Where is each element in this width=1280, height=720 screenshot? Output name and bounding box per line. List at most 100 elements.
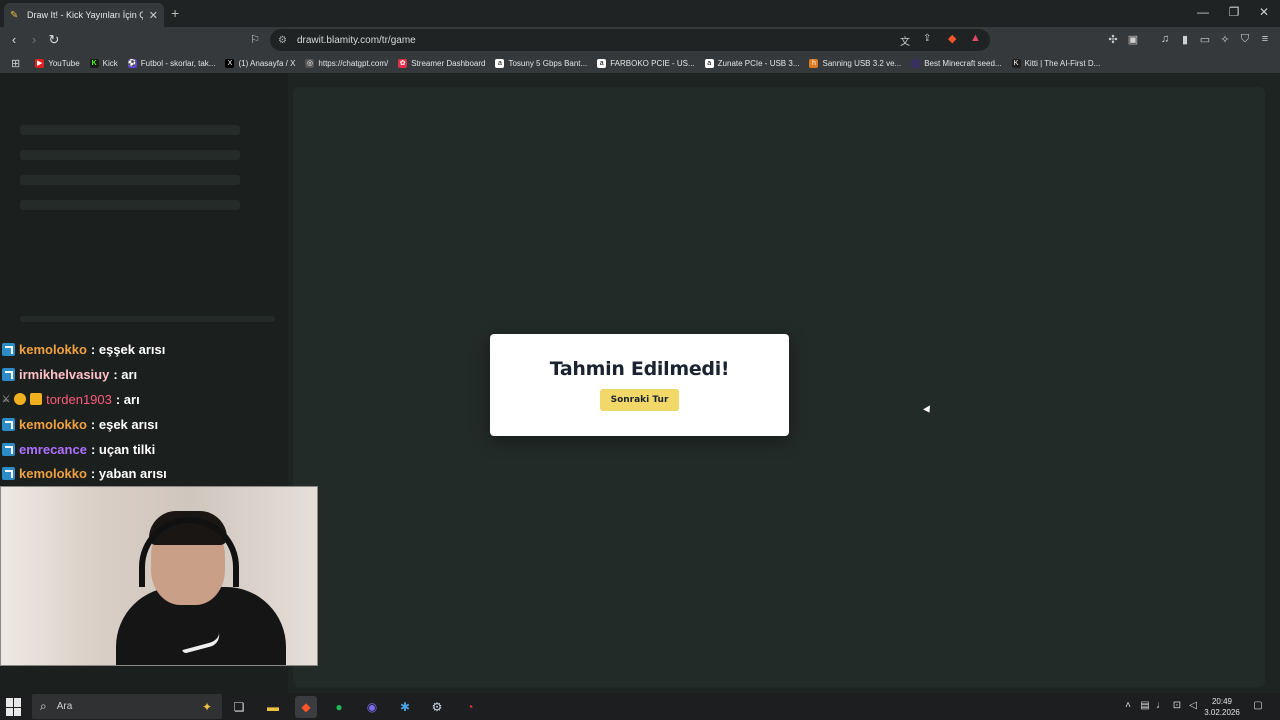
minimize-button[interactable]: — [1193, 5, 1213, 19]
spotify-icon[interactable]: ● [328, 696, 350, 718]
taskbar: ⌕ Ara ✦ ❏ ▬ ◆ ● ◉ ✱ ⚙ ◔ ˄ ▤ ♩ ⊡ ◁ 20:49 … [0, 693, 1280, 720]
scoreboard-row [20, 200, 240, 210]
chat-username: kemolokko [19, 465, 87, 481]
vpn-icon[interactable]: ⛉ [1238, 33, 1252, 46]
bookmark-item[interactable]: K Kitti | The AI-First D... [1007, 53, 1106, 73]
taskbar-clock[interactable]: 20:49 3.02.2026 [1200, 696, 1244, 718]
volume-icon[interactable]: ◁ [1187, 700, 1199, 711]
forward-icon[interactable]: › [26, 32, 42, 47]
next-round-button[interactable]: Sonraki Tur [599, 389, 680, 411]
copilot-sparkle-icon: ✦ [201, 699, 212, 714]
tray-chevron-icon[interactable]: ˄ [1122, 700, 1134, 711]
obs-icon[interactable]: ◔ [459, 696, 481, 718]
taskbar-search[interactable]: ⌕ Ara ✦ [32, 694, 222, 719]
chat-username: torden1903 [46, 391, 112, 407]
webcam-overlay [0, 486, 318, 666]
hb-icon: h [809, 58, 819, 68]
file-explorer-icon[interactable]: ▬ [262, 696, 284, 718]
screenshot-icon[interactable]: ▣ [1126, 33, 1140, 46]
verified-badge-icon [2, 442, 15, 456]
youtube-icon: ▶ [35, 58, 45, 68]
bookmark-item[interactable]: ⚽ Futbol - skorlar, tak... [123, 53, 221, 73]
brave-shields-icon[interactable]: ◆ [948, 32, 956, 45]
clock-time: 20:49 [1211, 697, 1233, 706]
mod-badge-icon: ⚔ [2, 393, 11, 404]
chat-text: : eşşek arısı [90, 341, 166, 357]
scoreboard-row [20, 150, 240, 160]
futbol-icon: ⚽ [127, 58, 137, 68]
amazon-icon: a [495, 58, 505, 68]
chat-message: emrecance : uçan tilki [2, 438, 155, 460]
notifications-icon[interactable]: ▢ [1252, 700, 1264, 711]
dialog-title: Tahmin Edilmedi! [549, 358, 730, 380]
chat-text: : uçan tilki [90, 441, 156, 457]
chat-username: emrecance [19, 441, 87, 457]
chat-text: : yaban arısı [90, 465, 167, 481]
extensions-icon[interactable]: ✣ [1106, 33, 1120, 46]
level-badge-icon [14, 393, 27, 405]
bookmark-item[interactable]: ▶ YouTube [30, 53, 84, 73]
brave-browser-icon[interactable]: ◆ [295, 696, 317, 718]
kitti-icon: K [1011, 58, 1021, 68]
chat-text: : arı [115, 391, 140, 407]
chatgpt-icon: ◎ [305, 58, 315, 68]
scoreboard-row [20, 175, 240, 185]
browser-tab[interactable]: ✎ Draw It! - Kick Yayınları İçin Çizim ✕ [4, 3, 164, 27]
url-text: drawit.blamity.com/tr/game [296, 34, 416, 46]
scoreboard-row [20, 125, 240, 135]
sidebar-icon[interactable]: ▮ [1178, 33, 1192, 46]
bookmark-icon[interactable]: ⚐ [248, 33, 262, 46]
back-icon[interactable]: ‹ [6, 32, 22, 47]
app-icon[interactable]: ✱ [394, 696, 416, 718]
tab-favicon-icon: ✎ [10, 9, 19, 21]
share-icon[interactable]: ⇪ [923, 33, 931, 44]
chat-message: kemolokko : yaban arısı [2, 462, 167, 484]
bookmark-item[interactable]: Best Minecraft seed... [906, 53, 1006, 73]
chat-text: : arı [113, 366, 138, 382]
bookmarks-bar: ⊞ ▶ YouTube K Kick ⚽ Futbol - skorlar, tak.… [0, 53, 1280, 73]
x-icon: X [225, 58, 235, 68]
streamer-icon: ✿ [398, 58, 408, 68]
amazon-icon: a [704, 58, 714, 68]
windows-start-icon[interactable] [6, 698, 24, 716]
new-tab-button[interactable]: + [171, 5, 179, 21]
apps-grid-icon[interactable]: ⊞ [6, 53, 30, 73]
bookmark-item[interactable]: ✿ Streamer Dashboard [393, 53, 490, 73]
chat-message: irmikhelvasiuy : arı [2, 363, 137, 385]
close-window-button[interactable]: ✕ [1254, 5, 1274, 19]
microphone-icon[interactable]: ♩ [1155, 700, 1167, 711]
tab-title: Draw It! - Kick Yayınları İçin Çizim [27, 10, 143, 20]
brave-rewards-icon[interactable]: ▲ [970, 32, 981, 44]
tab-close-icon[interactable]: ✕ [149, 9, 158, 22]
crown-badge-icon [30, 393, 43, 405]
bookmark-item[interactable]: K Kick [85, 53, 123, 73]
reload-icon[interactable]: ↻ [46, 32, 62, 48]
media-icon[interactable]: ♫ [1158, 33, 1172, 45]
bookmark-item[interactable]: h Sanning USB 3.2 ve... [804, 53, 906, 73]
translate-icon[interactable]: 文 [900, 33, 910, 48]
address-bar[interactable]: ⚙ drawit.blamity.com/tr/game 文 ⇪ ◆ ▲ [270, 29, 990, 51]
restore-button[interactable]: ❐ [1224, 5, 1244, 19]
browser-toolbar: ‹ › ↻ ⚐ ⚙ drawit.blamity.com/tr/game 文 ⇪… [0, 27, 1280, 53]
tray-device-icon[interactable]: ▤ [1139, 700, 1151, 711]
bookmark-item[interactable]: a Tosuny 5 Gbps Bant... [490, 53, 592, 73]
network-icon[interactable]: ⊡ [1171, 700, 1183, 711]
bookmark-item[interactable]: X (1) Anasayfa / X [220, 53, 300, 73]
menu-icon[interactable]: ≡ [1258, 33, 1272, 45]
bookmark-item[interactable]: ◎ https://chatgpt.com/ [300, 53, 393, 73]
leo-ai-icon[interactable]: ✧ [1218, 33, 1232, 46]
minecraft-icon [911, 58, 921, 68]
chat-message: kemolokko : eşek arısı [2, 413, 158, 435]
bookmark-item[interactable]: a Zunate PCIe - USB 3... [700, 53, 805, 73]
bookmark-item[interactable]: a FARBOKO PCIE - US... [592, 53, 699, 73]
verified-badge-icon [2, 367, 15, 381]
chat-username: kemolokko [19, 416, 87, 432]
site-info-icon[interactable]: ⚙ [278, 35, 287, 46]
kick-icon: K [89, 58, 99, 68]
title-bar: ✎ Draw It! - Kick Yayınları İçin Çizim ✕… [0, 0, 1280, 27]
wallet-icon[interactable]: ▭ [1198, 33, 1212, 46]
task-view-icon[interactable]: ❏ [228, 696, 250, 718]
steam-icon[interactable]: ⚙ [426, 696, 448, 718]
discord-icon[interactable]: ◉ [361, 696, 383, 718]
verified-badge-icon [2, 466, 15, 480]
